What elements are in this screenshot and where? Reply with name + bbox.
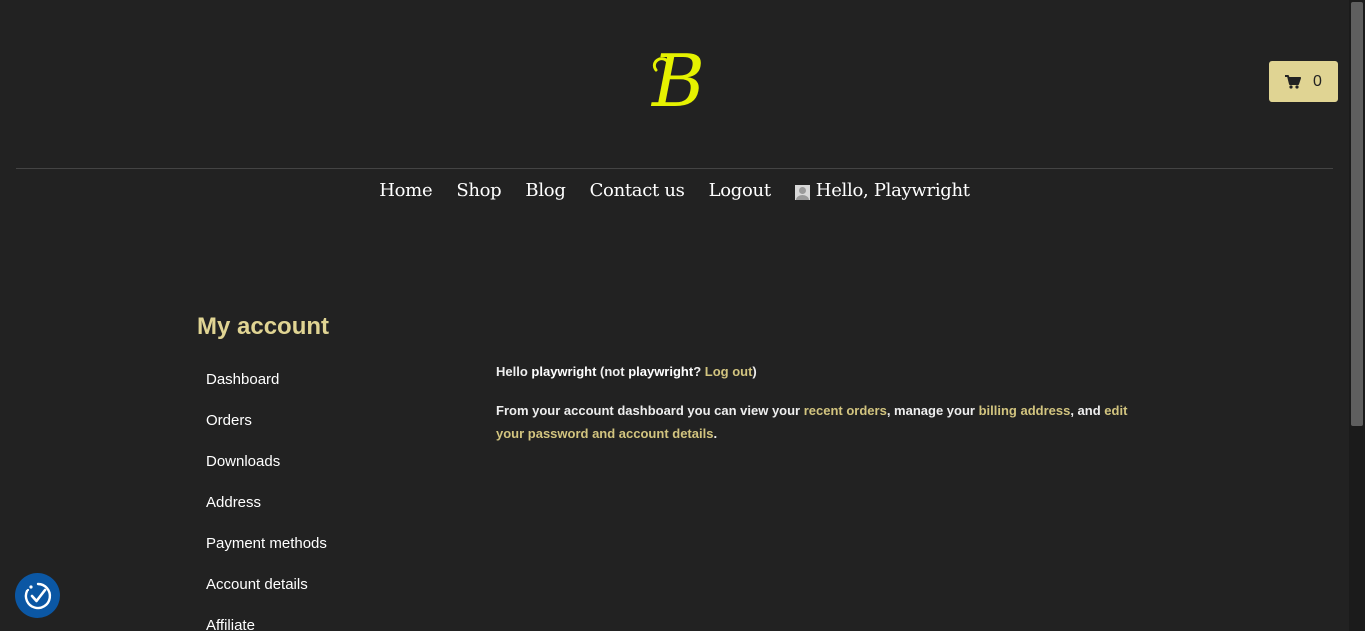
nav-shop[interactable]: Shop [456,180,501,201]
account-menu-item-downloads: Downloads [206,452,327,493]
account-menu-link[interactable]: Downloads [206,453,280,470]
account-menu-link[interactable]: Account details [206,576,308,593]
page-scrollbar[interactable] [1349,0,1365,631]
and-text: , and [1070,403,1105,418]
dashboard-content: Hello playwright (not playwright? Log ou… [496,360,1146,461]
nav-contact[interactable]: Contact us [590,180,685,201]
close-paren: ) [752,364,757,379]
intro-paragraph: From your account dashboard you can view… [496,399,1146,445]
user-avatar-icon [794,184,810,200]
main-nav: Home Shop Blog Contact us Logout Hello, … [0,180,1349,201]
account-menu-link[interactable]: Affiliate [206,617,255,631]
cart-button[interactable]: 0 [1269,61,1338,102]
page: B 0 Home Shop Blog Contact us Logout Hel… [0,0,1365,631]
intro-text: From your account dashboard you can view… [496,403,804,418]
nav-user[interactable]: Hello, Playwright [794,180,970,201]
username-repeat: playwright [628,364,694,379]
account-menu-item-orders: Orders [206,411,327,452]
account-menu-item-account-details: Account details [206,575,327,616]
hello-prefix: Hello [496,364,532,379]
logo-letter: B [650,40,704,120]
period-text: . [713,426,718,441]
nav-logout[interactable]: Logout [709,180,771,201]
account-menu-item-dashboard: Dashboard [206,370,327,411]
billing-address-link[interactable]: billing address [979,403,1071,418]
account-menu-item-payment-methods: Payment methods [206,534,327,575]
accessibility-button[interactable] [15,573,60,618]
cart-icon [1285,74,1302,89]
logout-link[interactable]: Log out [705,364,753,379]
account-menu-link[interactable]: Payment methods [206,535,327,552]
site-logo[interactable]: B [648,40,704,120]
not-prefix: (not [596,364,629,379]
account-menu-item-affiliate: Affiliate [206,616,327,631]
account-menu-link[interactable]: Dashboard [206,371,279,388]
account-menu-item-address: Address [206,493,327,534]
accessibility-check-icon [24,582,51,609]
account-menu-link[interactable]: Orders [206,412,252,429]
nav-home[interactable]: Home [379,180,432,201]
nav-blog[interactable]: Blog [525,180,565,201]
recent-orders-link[interactable]: recent orders [804,403,887,418]
username: playwright [531,364,597,379]
cart-count: 0 [1313,72,1322,90]
page-title: My account [197,313,330,340]
scrollbar-thumb[interactable] [1351,2,1363,426]
question-mark: ? [693,364,705,379]
nav-greeting: Hello, Playwright [815,180,970,201]
account-menu: Dashboard Orders Downloads Address Payme… [206,370,327,631]
account-menu-link[interactable]: Address [206,494,261,511]
greeting-paragraph: Hello playwright (not playwright? Log ou… [496,360,1146,383]
manage-text: , manage your [886,403,979,418]
header-divider [16,168,1333,169]
